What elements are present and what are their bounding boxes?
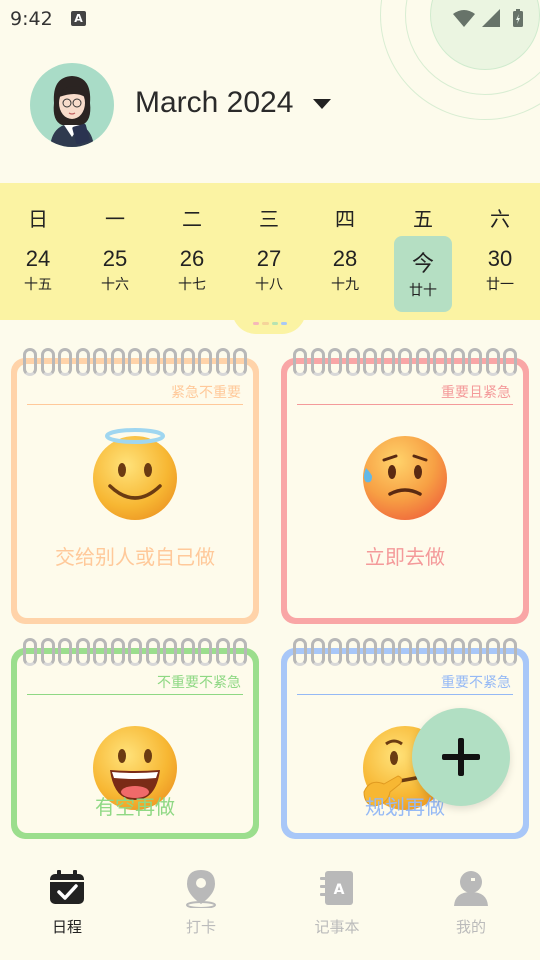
week-strip: 日 一 二 三 四 五 六 24 十五 25 十六 26 十七 27 十八 28 十九 今廿十 30 廿一 <box>0 183 540 320</box>
lunar-date: 廿十 <box>409 283 437 299</box>
add-task-button[interactable] <box>412 708 510 806</box>
date-number: 27 <box>256 246 282 271</box>
emoji-face <box>90 428 180 524</box>
month-selector-label[interactable]: March 2024 <box>135 86 293 120</box>
spiral-binding <box>293 348 517 376</box>
quadrant-tag: 不重要不紧急 <box>157 675 241 691</box>
date-cell-today[interactable]: 今廿十 <box>394 236 452 312</box>
status-time: 9:42 <box>10 8 53 30</box>
divider <box>27 694 243 695</box>
weekday-label: 六 <box>490 207 510 231</box>
notification-a-icon: A <box>71 11 86 26</box>
tab-location-pin[interactable]: 打卡 <box>161 868 241 937</box>
lunar-date: 十六 <box>101 277 129 293</box>
date-cell[interactable]: 25 十六 <box>86 236 144 312</box>
worried-sweat-icon <box>363 436 447 520</box>
spiral-binding <box>23 348 247 376</box>
weekday-label: 一 <box>105 207 125 231</box>
decorative-rings <box>360 0 540 120</box>
weekday-label: 四 <box>335 207 355 231</box>
lunar-date: 十五 <box>24 277 52 293</box>
user-avatar[interactable] <box>30 63 114 147</box>
date-number: 今 <box>411 251 434 276</box>
lunar-date: 十八 <box>255 277 283 293</box>
caret-down-icon[interactable] <box>313 99 331 109</box>
svg-text:A: A <box>334 882 345 898</box>
divider <box>297 694 513 695</box>
divider <box>27 404 243 405</box>
tab-label: 日程 <box>51 918 82 936</box>
lunar-date: 十九 <box>331 277 359 293</box>
weekday-label: 日 <box>28 207 48 231</box>
weekday-label: 三 <box>259 207 279 231</box>
quadrant-tag: 重要且紧急 <box>441 385 511 401</box>
date-cell[interactable]: 24 十五 <box>9 236 67 312</box>
spiral-binding <box>23 638 247 666</box>
date-number: 25 <box>102 246 128 271</box>
quadrant-card-not-urgent-not-important[interactable]: 不重要不紧急有空再做 <box>11 638 259 839</box>
tab-label: 我的 <box>455 918 486 936</box>
date-cell[interactable]: 26 十七 <box>163 236 221 312</box>
quadrant-tag: 重要不紧急 <box>441 675 511 691</box>
quadrant-caption: 有空再做 <box>95 795 175 819</box>
handle-dots <box>253 322 287 325</box>
quadrant-caption: 规划再做 <box>365 795 445 819</box>
quadrant-card-urgent-not-important[interactable]: 紧急不重要交给别人或自己做 <box>11 348 259 624</box>
quadrant-caption: 交给别人或自己做 <box>55 545 215 569</box>
weekday-label: 五 <box>413 207 433 231</box>
tab-notebook[interactable]: A 记事本 <box>297 868 377 937</box>
bottom-tab-bar: 日程 打卡 A 记事本 我的 <box>0 850 540 960</box>
quadrant-card-urgent-important[interactable]: 重要且紧急立即去做 <box>281 348 529 624</box>
spiral-binding <box>293 638 517 666</box>
quadrant-tag: 紧急不重要 <box>171 385 241 401</box>
divider <box>297 404 513 405</box>
date-cell[interactable]: 28 十九 <box>316 236 374 312</box>
location-pin-icon <box>181 868 221 909</box>
tab-label: 打卡 <box>185 918 216 936</box>
weekday-label: 二 <box>182 207 202 231</box>
halo-smile-icon <box>93 428 177 520</box>
avatar-portrait-icon <box>50 76 94 147</box>
tab-calendar-check[interactable]: 日程 <box>27 868 107 937</box>
tab-label: 记事本 <box>314 918 360 936</box>
calendar-check-icon <box>47 868 87 908</box>
tab-profile[interactable]: 我的 <box>431 868 511 937</box>
date-number: 26 <box>179 246 205 271</box>
lunar-date: 十七 <box>178 277 206 293</box>
date-cell[interactable]: 27 十八 <box>240 236 298 312</box>
date-cell[interactable]: 30 廿一 <box>471 236 529 312</box>
lunar-date: 廿一 <box>486 277 514 293</box>
profile-icon <box>451 868 491 908</box>
emoji-face <box>360 428 450 524</box>
quadrant-caption: 立即去做 <box>365 545 445 569</box>
date-number: 30 <box>487 246 513 271</box>
notebook-icon: A <box>317 868 357 908</box>
date-number: 28 <box>332 246 358 271</box>
date-number: 24 <box>25 246 51 271</box>
